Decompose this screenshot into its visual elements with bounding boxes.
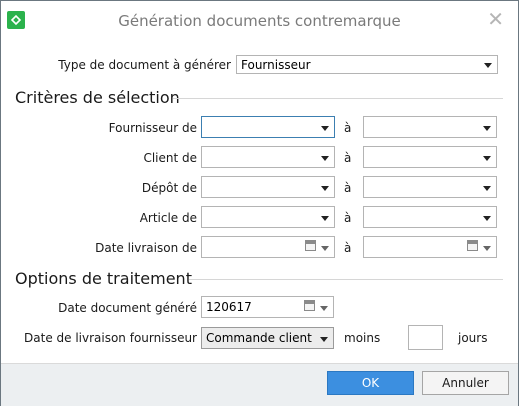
depot-from-label: Dépôt de [141,181,197,195]
criteria-divider [173,98,503,99]
supplier-delivery-date-value: Commande client [206,331,312,345]
article-to-separator: à [344,211,352,225]
dialog-window: Génération documents contremarque ✕ Type… [0,0,519,406]
article-to-select[interactable] [363,206,497,228]
chevron-down-icon [483,216,491,221]
minus-label: moins [344,331,381,345]
options-heading: Options de traitement [15,269,192,288]
chevron-down-icon [321,156,329,161]
supplier-from-select[interactable] [201,116,335,138]
chevron-down-icon [483,246,491,251]
chevron-down-icon [320,337,328,342]
chevron-down-icon [483,156,491,161]
delivery-date-to-picker[interactable] [363,236,497,258]
client-from-select[interactable] [201,146,335,168]
calendar-icon[interactable] [304,300,315,311]
chevron-down-icon [320,306,328,311]
doc-type-select[interactable]: Fournisseur [236,55,498,74]
window-title: Génération documents contremarque [118,12,401,30]
doc-type-value: Fournisseur [241,58,311,72]
client-to-separator: à [344,151,352,165]
chevron-down-icon [483,126,491,131]
depot-from-select[interactable] [201,176,335,198]
ok-button[interactable]: OK [327,371,414,395]
chevron-down-icon [321,246,329,251]
chevron-down-icon [484,63,492,68]
supplier-delivery-date-label: Date de livraison fournisseur [24,331,197,345]
doc-type-label: Type de document à générer [58,58,231,72]
article-from-select[interactable] [201,206,335,228]
calendar-icon[interactable] [467,240,478,251]
delivery-date-from-picker[interactable] [201,236,335,258]
options-divider [189,279,503,280]
article-from-label: Article de [139,211,197,225]
calendar-icon[interactable] [305,240,316,251]
delivery-date-from-label: Date livraison de [95,241,197,255]
chevron-down-icon [321,186,329,191]
depot-to-select[interactable] [363,176,497,198]
chevron-down-icon [321,216,329,221]
doc-date-value: 120617 [206,300,252,314]
supplier-to-separator: à [344,121,352,135]
supplier-to-select[interactable] [363,116,497,138]
cancel-button[interactable]: Annuler [422,371,509,395]
delivery-date-to-separator: à [344,241,352,255]
close-icon[interactable]: ✕ [487,9,504,29]
dialog-footer: OK Annuler [1,363,518,406]
supplier-from-label: Fournisseur de [108,121,197,135]
days-label: jours [458,331,488,345]
client-to-select[interactable] [363,146,497,168]
doc-date-label: Date document généré [58,301,197,315]
client-from-label: Client de [143,151,197,165]
doc-date-picker[interactable]: 120617 [201,296,334,318]
criteria-heading: Critères de sélection [15,88,180,107]
supplier-delivery-date-select[interactable]: Commande client [201,327,334,349]
days-input[interactable] [408,325,443,350]
chevron-down-icon [321,126,329,131]
depot-to-separator: à [344,181,352,195]
title-bar: Génération documents contremarque ✕ [1,1,518,43]
chevron-down-icon [483,186,491,191]
